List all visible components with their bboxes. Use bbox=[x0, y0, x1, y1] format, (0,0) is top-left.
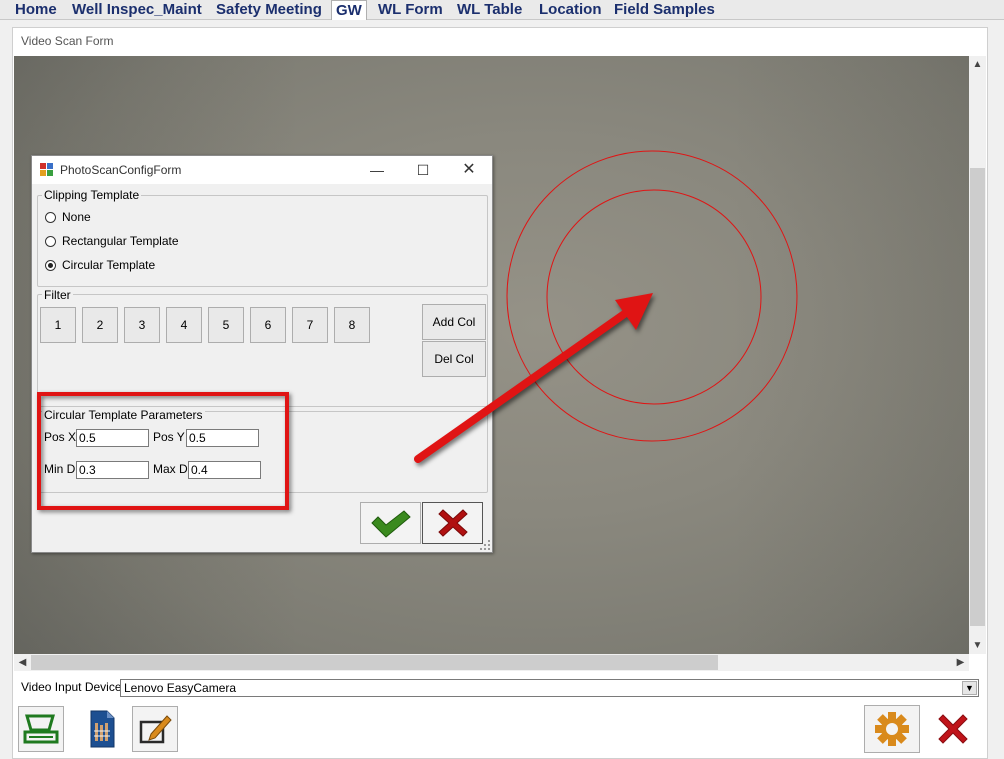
filter-button-4[interactable]: 4 bbox=[166, 307, 202, 343]
horizontal-scrollbar[interactable]: ◀ ▶ bbox=[14, 654, 969, 671]
scan-button[interactable] bbox=[18, 706, 64, 752]
filter-button-5[interactable]: 5 bbox=[208, 307, 244, 343]
dialog-title-bar: PhotoScanConfigForm — ☐ ✕ bbox=[32, 156, 492, 184]
radio-none-dot[interactable] bbox=[45, 211, 56, 223]
vertical-scroll-thumb[interactable] bbox=[970, 168, 985, 626]
dialog-close-icon[interactable]: ✕ bbox=[446, 156, 492, 184]
pos-x-label: Pos X bbox=[44, 430, 77, 444]
max-d-label: Max D bbox=[153, 462, 188, 476]
scroll-right-icon[interactable]: ▶ bbox=[952, 654, 969, 671]
vertical-scrollbar[interactable]: ▲ ▼ bbox=[969, 56, 986, 654]
horizontal-scroll-thumb[interactable] bbox=[31, 655, 718, 670]
tab-location[interactable]: Location bbox=[535, 0, 606, 20]
filter-button-2[interactable]: 2 bbox=[82, 307, 118, 343]
filter-button-1[interactable]: 1 bbox=[40, 307, 76, 343]
scroll-up-icon[interactable]: ▲ bbox=[969, 56, 986, 73]
radio-none[interactable]: None bbox=[45, 210, 91, 224]
filter-button-3[interactable]: 3 bbox=[124, 307, 160, 343]
close-icon bbox=[938, 714, 968, 744]
scroll-down-icon[interactable]: ▼ bbox=[969, 637, 986, 654]
cancel-button[interactable] bbox=[422, 502, 483, 544]
scroll-left-icon[interactable]: ◀ bbox=[14, 654, 31, 671]
dialog-title: PhotoScanConfigForm bbox=[60, 163, 182, 177]
tab-bar: Home Well Inspec_Maint Safety Meeting GW… bbox=[0, 0, 1004, 20]
scanner-icon bbox=[23, 714, 59, 744]
filter-legend: Filter bbox=[42, 288, 73, 302]
pos-y-input[interactable]: 0.5 bbox=[186, 429, 259, 447]
del-col-button[interactable]: Del Col bbox=[422, 341, 486, 377]
maximize-icon[interactable]: ☐ bbox=[400, 156, 446, 184]
max-d-input[interactable]: 0.4 bbox=[188, 461, 261, 479]
radio-circular-dot[interactable] bbox=[45, 259, 56, 271]
close-icon bbox=[437, 509, 468, 537]
filter-button-6[interactable]: 6 bbox=[250, 307, 286, 343]
app-icon bbox=[40, 163, 53, 176]
tab-well-inspec-maint[interactable]: Well Inspec_Maint bbox=[68, 0, 206, 20]
filter-button-7[interactable]: 7 bbox=[292, 307, 328, 343]
radio-rectangular-dot[interactable] bbox=[45, 235, 56, 247]
document-button[interactable] bbox=[79, 706, 125, 752]
radio-circular-label: Circular Template bbox=[62, 258, 156, 272]
form-title: Video Scan Form bbox=[21, 34, 114, 48]
radio-none-label: None bbox=[62, 210, 91, 224]
tab-wl-table[interactable]: WL Table bbox=[453, 0, 526, 20]
pos-x-input[interactable]: 0.5 bbox=[76, 429, 149, 447]
circular-template-parameters-group bbox=[37, 411, 488, 493]
radio-circular-template[interactable]: Circular Template bbox=[45, 258, 155, 272]
tab-wl-form[interactable]: WL Form bbox=[374, 0, 447, 20]
min-d-label: Min D bbox=[44, 462, 76, 476]
checkmark-icon bbox=[370, 510, 411, 538]
radio-rectangular-template[interactable]: Rectangular Template bbox=[45, 234, 179, 248]
edit-button[interactable] bbox=[132, 706, 178, 752]
gear-icon bbox=[875, 712, 909, 746]
filter-button-8[interactable]: 8 bbox=[334, 307, 370, 343]
document-icon bbox=[90, 710, 115, 748]
tab-gw[interactable]: GW bbox=[331, 0, 367, 20]
min-d-input[interactable]: 0.3 bbox=[76, 461, 149, 479]
ok-button[interactable] bbox=[360, 502, 421, 544]
close-button[interactable] bbox=[925, 705, 981, 753]
settings-button[interactable] bbox=[864, 705, 920, 753]
video-input-device-value: Lenovo EasyCamera bbox=[124, 681, 237, 695]
video-input-device-label: Video Input Device: bbox=[21, 680, 125, 694]
add-col-button[interactable]: Add Col bbox=[422, 304, 486, 340]
tab-home[interactable]: Home bbox=[11, 0, 61, 20]
minimize-icon[interactable]: — bbox=[354, 156, 400, 184]
tab-safety-meeting[interactable]: Safety Meeting bbox=[212, 0, 326, 20]
radio-rectangular-label: Rectangular Template bbox=[62, 234, 179, 248]
edit-icon bbox=[139, 715, 172, 744]
video-input-device-select[interactable]: Lenovo EasyCamera ▼ bbox=[120, 679, 979, 697]
chevron-down-icon[interactable]: ▼ bbox=[962, 681, 977, 695]
tab-field-samples[interactable]: Field Samples bbox=[610, 0, 719, 20]
pos-y-label: Pos Y bbox=[153, 430, 185, 444]
clipping-template-legend: Clipping Template bbox=[42, 188, 142, 202]
circular-template-parameters-legend: Circular Template Parameters bbox=[42, 408, 205, 422]
